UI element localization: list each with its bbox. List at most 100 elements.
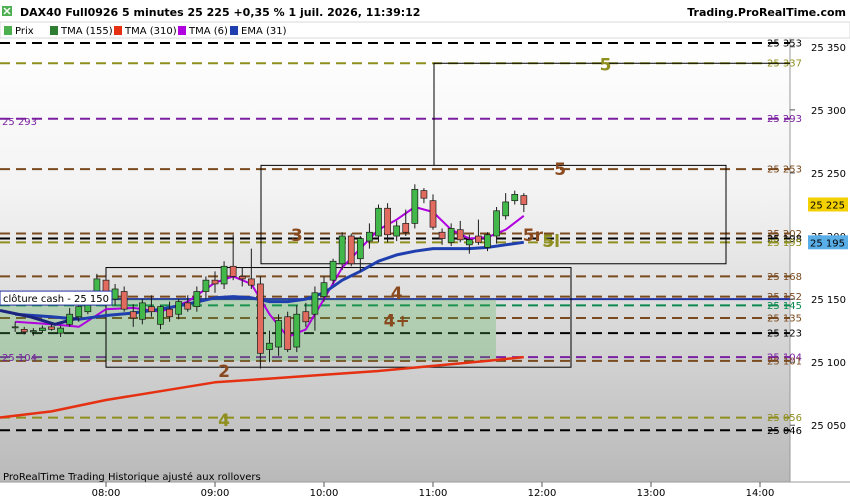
candle-body bbox=[366, 231, 373, 242]
cloture-cash-tag: clôture cash - 25 150 bbox=[0, 290, 113, 306]
candle-body bbox=[411, 188, 419, 224]
candle-body bbox=[484, 234, 491, 248]
candle-body bbox=[329, 260, 337, 281]
legend-swatch bbox=[230, 26, 238, 35]
candle-body bbox=[275, 320, 282, 348]
candle-body bbox=[384, 207, 391, 236]
candle-body bbox=[129, 311, 137, 319]
y-tick-label: 25 100 bbox=[811, 358, 846, 369]
candle-body bbox=[247, 278, 255, 286]
candle-body bbox=[220, 265, 228, 285]
candle-body bbox=[193, 291, 201, 308]
cloture-cash-value: 25 150 bbox=[74, 294, 109, 305]
candle bbox=[347, 233, 355, 267]
wave-label: 4+ bbox=[384, 312, 410, 332]
x-tick-label: 14:00 bbox=[746, 488, 775, 499]
wave-label: 4 bbox=[218, 411, 230, 431]
legend-swatch bbox=[4, 26, 12, 35]
wave-label: 5l bbox=[542, 232, 560, 252]
level-label: 25 293 bbox=[767, 114, 802, 125]
candle-body bbox=[293, 313, 301, 348]
candle-body bbox=[238, 276, 246, 280]
candle-body bbox=[11, 326, 19, 329]
candle-body bbox=[202, 279, 210, 292]
candle-body bbox=[456, 229, 464, 241]
candle-body bbox=[229, 265, 237, 277]
wave-label: 3 bbox=[291, 226, 303, 246]
candle-body bbox=[148, 306, 155, 313]
legend-item[interactable]: TMA (6) bbox=[188, 26, 228, 37]
candle-body bbox=[175, 301, 183, 315]
candle-body bbox=[438, 231, 446, 239]
candle-body bbox=[402, 223, 410, 233]
x-tick-label: 11:00 bbox=[419, 488, 448, 499]
candle-body bbox=[120, 291, 128, 310]
level-label: 25 337 bbox=[767, 59, 802, 70]
x-tick-label: 12:00 bbox=[528, 488, 557, 499]
x-tick-label: 09:00 bbox=[201, 488, 230, 499]
wave-label: 4 bbox=[391, 284, 403, 304]
cloture-cash-label: clôture cash - bbox=[3, 293, 71, 305]
legend-item[interactable]: TMA (310) bbox=[124, 26, 177, 37]
level-label: 25 101 bbox=[767, 356, 802, 367]
plot-background bbox=[0, 38, 790, 482]
candle-body bbox=[475, 235, 482, 243]
candle-body bbox=[184, 302, 192, 310]
level-label: 25 253 bbox=[767, 165, 802, 176]
candle-body bbox=[356, 238, 364, 260]
y-tick-label: 25 250 bbox=[811, 169, 846, 180]
candle-body bbox=[447, 228, 455, 243]
candle-body bbox=[493, 210, 500, 237]
legend-item[interactable]: Prix bbox=[15, 26, 34, 37]
candle-body bbox=[257, 283, 264, 354]
left-price-label: 25 104 bbox=[2, 353, 37, 364]
legend-swatch bbox=[178, 26, 186, 35]
level-label: 25 046 bbox=[767, 426, 802, 437]
candle-body bbox=[347, 235, 355, 265]
candle-body bbox=[211, 279, 219, 285]
candle-body bbox=[302, 311, 310, 323]
wave-label: 5r bbox=[523, 226, 544, 246]
candle-body bbox=[75, 306, 83, 318]
legend-item[interactable]: TMA (155) bbox=[60, 26, 113, 37]
y-tick-label: 25 300 bbox=[811, 106, 846, 117]
candle bbox=[329, 258, 337, 284]
candle-body bbox=[420, 190, 428, 199]
candle-body bbox=[393, 225, 401, 237]
candle-body bbox=[66, 313, 74, 325]
candle-body bbox=[39, 327, 46, 331]
level-label: 25 056 bbox=[767, 413, 802, 424]
level-label: 25 135 bbox=[767, 314, 802, 325]
y-tick-label: 25 150 bbox=[811, 295, 846, 306]
candle-body bbox=[311, 292, 319, 315]
candle-body bbox=[502, 201, 510, 217]
y-tick-label: 25 350 bbox=[811, 43, 846, 54]
candle-body bbox=[157, 306, 164, 325]
left-price-label-purple: 25 293 bbox=[2, 117, 37, 128]
candle-body bbox=[138, 302, 146, 320]
candle-body bbox=[320, 282, 328, 297]
candle-body bbox=[57, 327, 64, 334]
chart-window: DAX40 Full0926 5 minutes 25 225 +0,35 % … bbox=[0, 0, 850, 500]
price-tag-label: 25 195 bbox=[810, 238, 845, 249]
wave-label: 2 bbox=[218, 362, 230, 382]
candle-body bbox=[284, 316, 292, 350]
candle-body bbox=[29, 330, 37, 333]
candle-body bbox=[338, 235, 346, 265]
legend-item[interactable]: EMA (31) bbox=[241, 26, 287, 37]
level-label: 25 353 bbox=[767, 39, 802, 50]
candle-body bbox=[429, 200, 437, 228]
candle-body bbox=[465, 239, 473, 246]
price-chart[interactable]: DAX40 Full0926 5 minutes 25 225 +0,35 % … bbox=[0, 0, 850, 500]
wave-label: 5 bbox=[600, 55, 612, 75]
candle-body bbox=[375, 207, 382, 237]
chart-title: DAX40 Full0926 5 minutes 25 225 +0,35 % … bbox=[20, 6, 420, 19]
candle-body bbox=[48, 326, 55, 330]
x-tick-label: 08:00 bbox=[92, 488, 121, 499]
y-tick-label: 25 050 bbox=[811, 421, 846, 432]
candle bbox=[411, 184, 419, 229]
header-flag-icon[interactable] bbox=[2, 6, 12, 16]
level-label: 25 145 bbox=[767, 301, 802, 312]
site-name[interactable]: Trading.ProRealTime.com bbox=[687, 6, 846, 19]
wave-label: 5 bbox=[554, 160, 566, 180]
